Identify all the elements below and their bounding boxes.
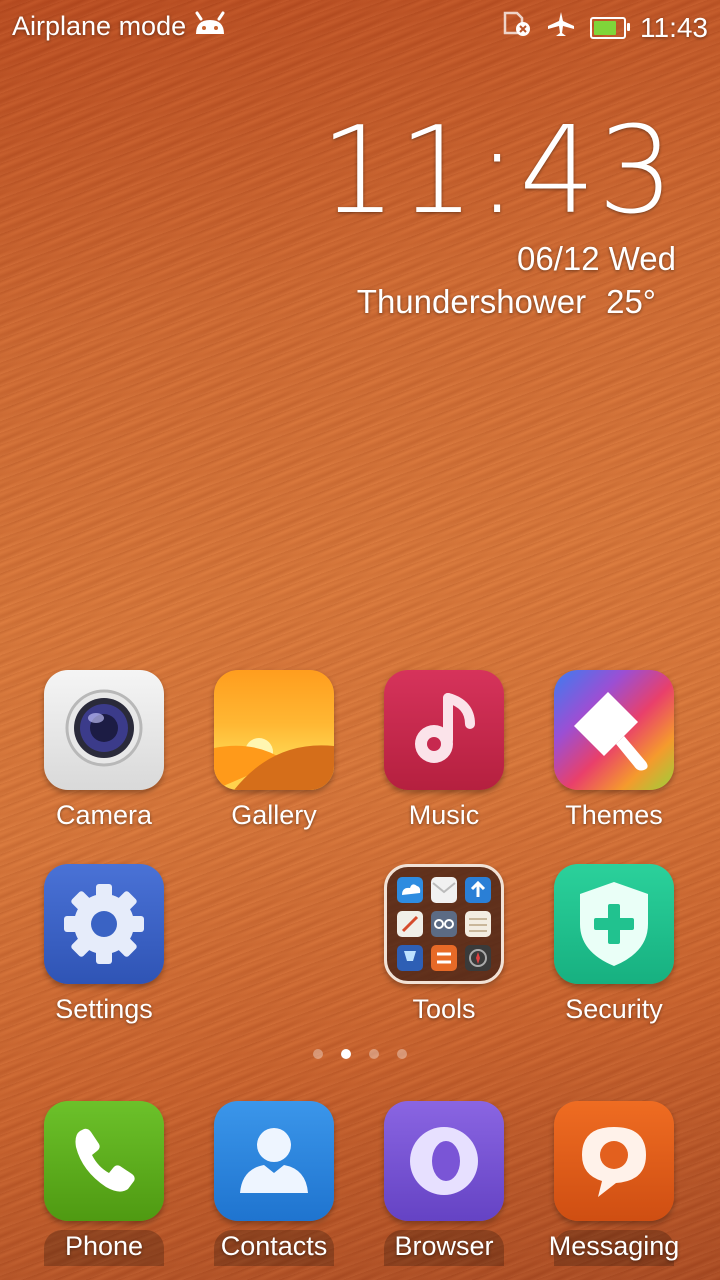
app-camera[interactable]: Camera [19,670,189,831]
phone-icon [44,1101,164,1221]
status-time: 11:43 [640,11,708,43]
themes-icon [554,670,674,790]
weather-temperature: 25° [606,283,656,320]
status-bar[interactable]: Airplane mode 11:43 [0,0,720,54]
weather-widget[interactable]: Thundershower 25° [357,283,656,321]
airplane-mode-label: Airplane mode [12,11,187,41]
dock-app-browser[interactable]: Browser [359,1101,529,1262]
gallery-icon [214,670,334,790]
battery-icon [590,16,630,39]
tools-folder-icon [384,864,504,984]
page-dot[interactable] [369,1049,379,1059]
app-security[interactable]: Security [529,864,699,1025]
airplane-icon [546,10,576,45]
messaging-icon [554,1101,674,1221]
browser-icon [384,1101,504,1221]
settings-icon [44,864,164,984]
dock-label: Phone [64,1231,144,1261]
contacts-icon [214,1101,334,1221]
music-icon [384,670,504,790]
app-gallery[interactable]: Gallery [189,670,359,831]
app-label: Music [408,800,480,830]
dock-app-messaging[interactable]: Messaging [529,1101,699,1262]
weather-condition: Thundershower [356,283,587,320]
camera-icon [44,670,164,790]
android-icon [192,10,228,43]
clock-widget-date: 06/12 Wed [516,240,676,277]
dock-label: Browser [394,1231,494,1261]
app-music[interactable]: Music [359,670,529,831]
dock-app-phone[interactable]: Phone [19,1101,189,1262]
page-dot-active[interactable] [341,1049,351,1059]
app-tools-folder[interactable]: Tools [359,864,529,1025]
app-label: Security [565,994,663,1024]
page-dot[interactable] [397,1049,407,1059]
sim-error-icon [502,11,532,44]
app-label: Settings [55,994,153,1024]
app-settings[interactable]: Settings [19,864,189,1025]
app-label: Themes [565,800,663,830]
app-label: Gallery [231,800,317,830]
dock-label: Messaging [548,1231,680,1261]
page-dot[interactable] [313,1049,323,1059]
clock-widget-time[interactable]: 11:43 [320,112,676,232]
app-label: Camera [55,800,153,830]
app-themes[interactable]: Themes [529,670,699,831]
status-left: Airplane mode [12,10,228,43]
app-label: Tools [412,994,476,1024]
page-indicator[interactable] [0,1049,720,1059]
dock-label: Contacts [220,1231,328,1261]
dock-app-contacts[interactable]: Contacts [189,1101,359,1262]
security-icon [554,864,674,984]
status-right: 11:43 [502,10,708,45]
